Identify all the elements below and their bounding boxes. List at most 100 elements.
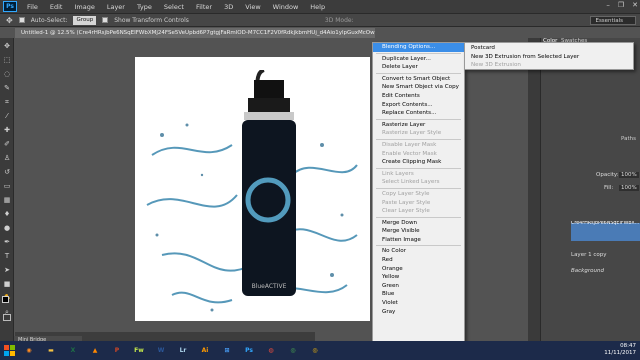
menu-item-green[interactable]: Green (373, 282, 464, 291)
photoshop-taskbar-icon[interactable]: Ps (242, 344, 256, 358)
lasso-tool-icon[interactable]: ◌ (2, 69, 12, 79)
pen-tool-icon[interactable]: ✒ (2, 237, 12, 247)
menu-item-orange[interactable]: Orange (373, 265, 464, 274)
menu-item-paste-layer-style: Paste Layer Style (382, 199, 431, 206)
fill-label: Fill: (604, 185, 614, 191)
chrome-alt-icon[interactable]: ◎ (308, 344, 322, 358)
menu-item-merge-down[interactable]: Merge Down (373, 219, 464, 228)
menu-3d[interactable]: 3D (218, 3, 239, 11)
menu-window[interactable]: Window (267, 3, 305, 11)
menu-item-export-contents[interactable]: Export Contents... (373, 101, 464, 110)
folder-icon[interactable]: ▬ (44, 344, 58, 358)
auto-select-dropdown[interactable]: Group (73, 15, 97, 25)
menu-help[interactable]: Help (304, 3, 331, 11)
menu-view[interactable]: View (239, 3, 266, 11)
layer-name-1[interactable]: Cre4rHRsjbPe6NSqEIFWbX... (571, 221, 639, 226)
clock-time: 08:47 (620, 343, 636, 349)
eyedropper-tool-icon[interactable]: ⁄ (2, 111, 12, 121)
menu-item-duplicate-layer[interactable]: Duplicate Layer... (373, 55, 464, 64)
menu-items: File Edit Image Layer Type Select Filter 3D View… (21, 3, 331, 11)
move-tool-icon[interactable]: ✥ (6, 16, 13, 25)
menu-item-no-color[interactable]: No Color (373, 247, 464, 256)
start-button[interactable] (0, 341, 18, 360)
submenu-item-new-3d-extrusion-from-selected-layer[interactable]: New 3D Extrusion from Selected Layer (465, 53, 633, 62)
menu-filter[interactable]: Filter (190, 3, 218, 11)
firefox-icon[interactable]: ◉ (22, 344, 36, 358)
menu-item-convert-to-smart-object[interactable]: Convert to Smart Object (373, 75, 464, 84)
stamp-tool-icon[interactable]: ♙ (2, 153, 12, 163)
menu-item-create-clipping-mask[interactable]: Create Clipping Mask (373, 158, 464, 167)
excel-icon[interactable]: X (66, 344, 80, 358)
foreground-color-swatch[interactable] (2, 296, 9, 303)
menu-bar: Ps File Edit Image Layer Type Select Filter 3D V… (0, 0, 640, 13)
media-player-icon[interactable]: ◍ (264, 344, 278, 358)
marquee-tool-icon[interactable]: ⬚ (2, 55, 12, 65)
bottle-brand-text: BlueACTIVE (252, 283, 287, 290)
photoshop-logo: Ps (3, 1, 17, 12)
options-bar: ✥ Auto-Select: Group Show Transform Cont… (0, 13, 640, 27)
path-select-tool-icon[interactable]: ➤ (2, 265, 12, 275)
menu-file[interactable]: File (21, 3, 44, 11)
menu-item-edit-contents[interactable]: Edit Contents (373, 92, 464, 101)
illustrator-icon[interactable]: Ai (198, 344, 212, 358)
menu-item-yellow[interactable]: Yellow (373, 273, 464, 282)
restore-button[interactable]: ❐ (618, 1, 624, 9)
transform-controls-checkbox[interactable] (102, 17, 109, 23)
menu-item-red[interactable]: Red (373, 256, 464, 265)
menu-item-link-layers: Link Layers (382, 170, 414, 177)
minimize-button[interactable]: – (606, 1, 610, 9)
move-tool-icon[interactable]: ✥ (2, 41, 12, 51)
menu-item-blue[interactable]: Blue (373, 290, 464, 299)
auto-select-checkbox[interactable] (18, 17, 25, 23)
fireworks-icon[interactable]: Fw (132, 344, 146, 358)
windows-icon[interactable]: ⊞ (220, 344, 234, 358)
submenu-item-postcard[interactable]: Postcard (465, 44, 633, 53)
history-brush-tool-icon[interactable]: ↺ (2, 167, 12, 177)
menu-edit[interactable]: Edit (44, 3, 69, 11)
layer-name-3[interactable]: Background (571, 268, 604, 274)
gradient-tool-icon[interactable]: ▦ (2, 195, 12, 205)
menu-item-replace-contents[interactable]: Replace Contents... (373, 109, 464, 118)
type-tool-icon[interactable]: T (2, 251, 12, 261)
crop-tool-icon[interactable]: ⌗ (2, 97, 12, 107)
menu-select[interactable]: Select (158, 3, 190, 11)
menu-item-gray[interactable]: Gray (373, 308, 464, 317)
menu-item-rasterize-layer[interactable]: Rasterize Layer (373, 121, 464, 130)
right-panels: Color Swatches Paths Opacity: 100% Fill:… (540, 38, 640, 350)
fill-field[interactable]: 100% (619, 185, 639, 191)
menu-item-merge-visible[interactable]: Merge Visible (373, 227, 464, 236)
menu-item-new-smart-object-via-copy[interactable]: New Smart Object via Copy (373, 83, 464, 92)
auto-select-label: Auto-Select: (30, 16, 68, 24)
document-tab[interactable]: Untitled-1 @ 12.5% (Cre4rHRsjbPe6NSqEIFW… (15, 28, 375, 38)
tab-paths[interactable]: Paths (621, 136, 636, 142)
3d-submenu: Postcard New 3D Extrusion from Selected L… (464, 42, 634, 70)
lightroom-icon[interactable]: Lr (176, 344, 190, 358)
menu-image[interactable]: Image (68, 3, 100, 11)
chrome-icon[interactable]: ◎ (286, 344, 300, 358)
shape-tool-icon[interactable]: ■ (2, 279, 12, 289)
word-icon[interactable]: W (154, 344, 168, 358)
healing-tool-icon[interactable]: ✚ (2, 125, 12, 135)
eraser-tool-icon[interactable]: ▭ (2, 181, 12, 191)
menu-separator (376, 245, 461, 247)
opacity-label: Opacity: (596, 172, 619, 178)
workspace-dropdown[interactable]: Essentials (590, 16, 636, 25)
quick-select-tool-icon[interactable]: ✎ (2, 83, 12, 93)
close-button[interactable]: ✕ (632, 1, 638, 9)
menu-item-violet[interactable]: Violet (373, 299, 464, 308)
opacity-field[interactable]: 100% (619, 172, 639, 178)
powerpoint-icon[interactable]: P (110, 344, 124, 358)
menu-item-flatten-image[interactable]: Flatten Image (373, 236, 464, 245)
layer-name-2[interactable]: Layer 1 copy (571, 252, 606, 258)
quick-mask-icon[interactable] (3, 314, 11, 321)
menu-layer[interactable]: Layer (101, 3, 131, 11)
menu-item-blending-options[interactable]: Blending Options... (373, 43, 464, 52)
blur-tool-icon[interactable]: ♦ (2, 209, 12, 219)
vlc-icon[interactable]: ▲ (88, 344, 102, 358)
menu-item-select-linked-layers: Select Linked Layers (382, 179, 440, 186)
dodge-tool-icon[interactable]: ● (2, 223, 12, 233)
menu-type[interactable]: Type (131, 3, 158, 11)
menu-item-rasterize-layer-style: Rasterize Layer Style (382, 130, 442, 137)
brush-tool-icon[interactable]: ✐ (2, 139, 12, 149)
menu-item-delete-layer[interactable]: Delete Layer (373, 63, 464, 72)
